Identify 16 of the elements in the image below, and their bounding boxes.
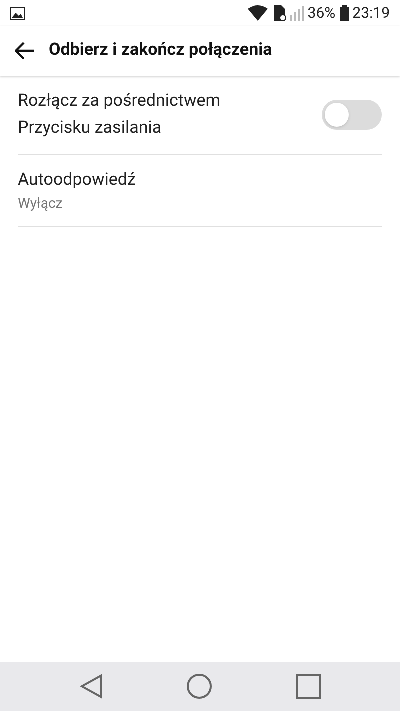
setting-title: Autoodpowiedź xyxy=(18,169,137,192)
recents-icon[interactable] xyxy=(296,674,320,699)
back-icon[interactable] xyxy=(80,674,102,699)
battery-percent: 36% xyxy=(308,2,336,24)
toggle-switch[interactable] xyxy=(322,100,382,130)
wifi-icon xyxy=(248,5,268,21)
home-icon[interactable] xyxy=(186,674,212,699)
battery-icon xyxy=(340,5,349,21)
setting-value: Wyłącz xyxy=(18,195,64,214)
setting-title: Rozłącz za pośrednictwem Przycisku zasilania xyxy=(18,90,222,140)
signal-icon xyxy=(290,5,304,21)
image-icon xyxy=(10,6,25,20)
screen-title: Odbierz i zakończ połączenia xyxy=(49,39,272,62)
clock: 23:19 xyxy=(352,2,390,24)
sim-card-icon xyxy=(274,5,286,21)
back-button[interactable] xyxy=(14,40,36,62)
